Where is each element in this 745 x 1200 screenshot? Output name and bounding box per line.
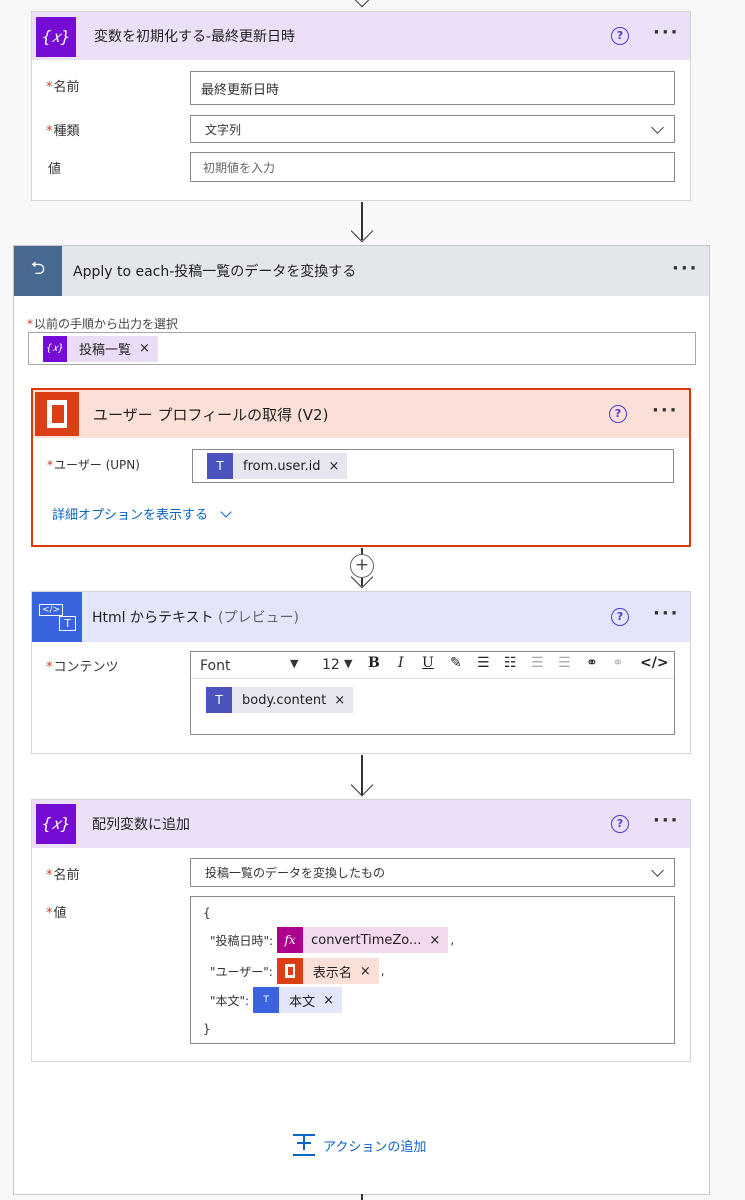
office-icon	[35, 392, 79, 436]
token-chip[interactable]: T 本文 ×	[253, 987, 343, 1013]
init-variable-header[interactable]: {𝑥} 変数を初期化する-最終更新日時 ? ···	[32, 12, 690, 60]
variable-icon: {𝑥}	[36, 17, 76, 57]
editor-toolbar: Font ▼ 12 ▼ B I U ✎ ☰ ☷ ☰ ☰ ⚭ ⚭ </>	[191, 652, 674, 679]
help-icon[interactable]: ?	[611, 608, 629, 626]
remove-token-icon[interactable]: ×	[360, 964, 371, 979]
name-select[interactable]: 投稿一覧のデータを変換したもの	[190, 858, 675, 887]
code-view-icon[interactable]: </>	[640, 655, 669, 671]
font-size-arrow-icon[interactable]: ▼	[344, 657, 352, 670]
remove-token-icon[interactable]: ×	[334, 693, 345, 708]
more-options-icon[interactable]: ···	[672, 258, 699, 279]
chevron-down-icon	[220, 506, 232, 518]
decrease-indent-icon[interactable]: ☰	[531, 655, 544, 671]
font-family-select[interactable]: Font	[200, 658, 230, 674]
html-icon: T	[253, 987, 280, 1013]
expression-fx-icon: fx	[277, 927, 304, 953]
value-input[interactable]: 初期値を入力	[190, 152, 675, 182]
increase-indent-icon[interactable]: ☰	[558, 655, 571, 671]
more-options-icon[interactable]: ···	[653, 22, 680, 43]
advanced-options-link[interactable]: 詳細オプションを表示する	[52, 504, 232, 523]
add-action-button[interactable]: アクションの追加	[293, 1134, 426, 1156]
bullet-list-icon[interactable]: ☰	[477, 655, 490, 671]
card-title: 配列変数に追加	[92, 817, 190, 833]
teams-icon: T	[206, 687, 232, 713]
remove-token-icon[interactable]: ×	[329, 459, 340, 474]
value-editor[interactable]: { "投稿日時": fx convertTimeZo... × , "ユーザー"…	[190, 896, 675, 1044]
more-options-icon[interactable]: ···	[652, 400, 679, 421]
type-label: *種類	[46, 124, 80, 139]
type-select[interactable]: 文字列	[190, 115, 675, 143]
loop-icon: ⮌	[14, 246, 62, 296]
token-chip[interactable]: 表示名 ×	[276, 958, 379, 984]
user-profile-header[interactable]: ユーザー プロフィールの取得 (V2) ? ···	[33, 390, 689, 438]
insert-step-plus-icon[interactable]: +	[350, 554, 374, 578]
content-label: *コンテンツ	[46, 660, 119, 675]
append-array-card[interactable]: {𝑥} 配列変数に追加 ? ··· *名前 投稿一覧のデータを変換したもの *値…	[31, 799, 691, 1062]
html-icon: </> T	[32, 592, 82, 642]
font-dropdown-arrow-icon[interactable]: ▼	[290, 657, 298, 670]
token-chip[interactable]: T from.user.id ×	[207, 453, 348, 479]
more-options-icon[interactable]: ···	[653, 810, 680, 831]
html-to-text-header[interactable]: </> T Html からテキスト (プレビュー) ? ···	[32, 592, 690, 642]
numbered-list-icon[interactable]: ☷	[504, 655, 517, 671]
variable-icon: {𝑥}	[36, 804, 76, 844]
value-label: 値	[48, 162, 62, 177]
connector-arrow	[350, 0, 374, 8]
highlight-pen-icon[interactable]: ✎	[450, 655, 462, 671]
card-title: Html からテキスト (プレビュー)	[92, 610, 299, 626]
teams-icon: T	[207, 453, 233, 479]
init-variable-card[interactable]: {𝑥} 変数を初期化する-最終更新日時 ? ··· *名前 最終更新日時 *種類…	[31, 11, 691, 201]
content-editor[interactable]: Font ▼ 12 ▼ B I U ✎ ☰ ☷ ☰ ☰ ⚭ ⚭ </> T bo…	[190, 651, 675, 735]
token-chip[interactable]: fx convertTimeZo... ×	[277, 927, 449, 953]
select-output-input[interactable]: {𝑥} 投稿一覧 ×	[28, 332, 696, 365]
name-input[interactable]: 最終更新日時	[190, 71, 675, 105]
italic-icon[interactable]: I	[398, 655, 404, 671]
remove-token-icon[interactable]: ×	[323, 993, 334, 1008]
select-output-label: *以前の手順から出力を選択	[27, 317, 179, 331]
unlink-icon[interactable]: ⚭	[612, 655, 624, 671]
card-title: ユーザー プロフィールの取得 (V2)	[93, 405, 329, 424]
chevron-down-icon	[651, 864, 664, 877]
connector-arrow	[350, 202, 374, 244]
add-action-icon	[293, 1134, 315, 1156]
apply-to-each-header[interactable]: ⮌ Apply to each-投稿一覧のデータを変換する ···	[14, 246, 709, 296]
token-chip[interactable]: T body.content ×	[206, 687, 354, 713]
connector-line	[361, 1194, 363, 1200]
remove-token-icon[interactable]: ×	[429, 933, 440, 948]
user-profile-card[interactable]: ユーザー プロフィールの取得 (V2) ? ··· *ユーザー (UPN) T …	[31, 388, 691, 547]
variable-icon: {𝑥}	[43, 335, 67, 362]
underline-icon[interactable]: U	[422, 655, 434, 671]
office-icon	[276, 958, 303, 984]
user-upn-input[interactable]: T from.user.id ×	[192, 449, 674, 483]
remove-token-icon[interactable]: ×	[139, 341, 150, 356]
html-to-text-card[interactable]: </> T Html からテキスト (プレビュー) ? ··· *コンテンツ F…	[31, 591, 691, 754]
more-options-icon[interactable]: ···	[653, 603, 680, 624]
token-chip[interactable]: {𝑥} 投稿一覧 ×	[43, 335, 158, 362]
card-title: 変数を初期化する-最終更新日時	[94, 29, 296, 45]
help-icon[interactable]: ?	[611, 815, 629, 833]
value-label: *値	[46, 906, 67, 921]
link-icon[interactable]: ⚭	[586, 655, 598, 671]
name-label: *名前	[46, 868, 80, 883]
user-upn-label: *ユーザー (UPN)	[47, 458, 140, 472]
connector-arrow	[350, 755, 374, 798]
card-title: Apply to each-投稿一覧のデータを変換する	[73, 264, 357, 280]
font-size-select[interactable]: 12	[322, 657, 340, 673]
help-icon[interactable]: ?	[611, 27, 629, 45]
bold-icon[interactable]: B	[368, 655, 380, 671]
chevron-down-icon	[651, 121, 664, 134]
append-array-header[interactable]: {𝑥} 配列変数に追加 ? ···	[32, 800, 690, 848]
name-label: *名前	[46, 80, 80, 95]
help-icon[interactable]: ?	[609, 405, 627, 423]
